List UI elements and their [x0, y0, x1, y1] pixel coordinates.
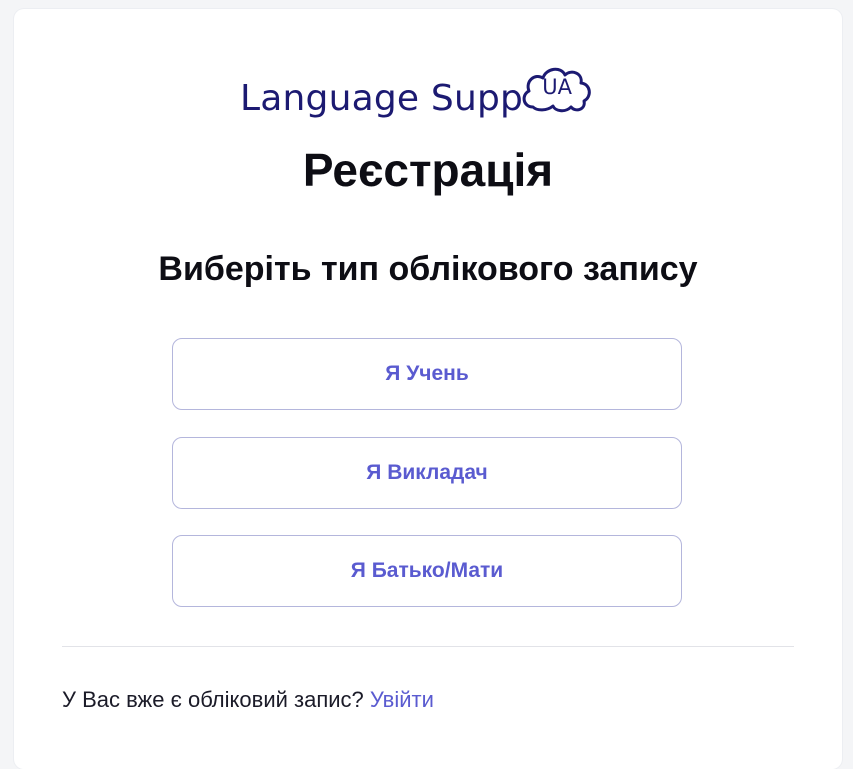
logo-badge-text: UA: [542, 75, 572, 99]
cloud-badge-icon: UA: [519, 61, 595, 117]
logo-text: Language Supp: [240, 78, 524, 119]
parent-role-button[interactable]: Я Батько/Мати: [172, 535, 682, 607]
login-prompt: У Вас вже є обліковий запис? Увійти: [62, 685, 434, 715]
login-link[interactable]: Увійти: [370, 687, 434, 712]
brand-logo[interactable]: Language Supp UA: [240, 65, 595, 129]
divider: [62, 646, 794, 647]
student-role-button[interactable]: Я Учень: [172, 338, 682, 410]
login-prompt-text: У Вас вже є обліковий запис?: [62, 687, 364, 712]
teacher-role-button[interactable]: Я Викладач: [172, 437, 682, 509]
account-type-heading: Виберіть тип облікового запису: [158, 250, 698, 288]
registration-card: Language Supp UA Реєстрація Виберіть тип…: [14, 9, 842, 769]
page-title: Реєстрація: [302, 144, 554, 196]
